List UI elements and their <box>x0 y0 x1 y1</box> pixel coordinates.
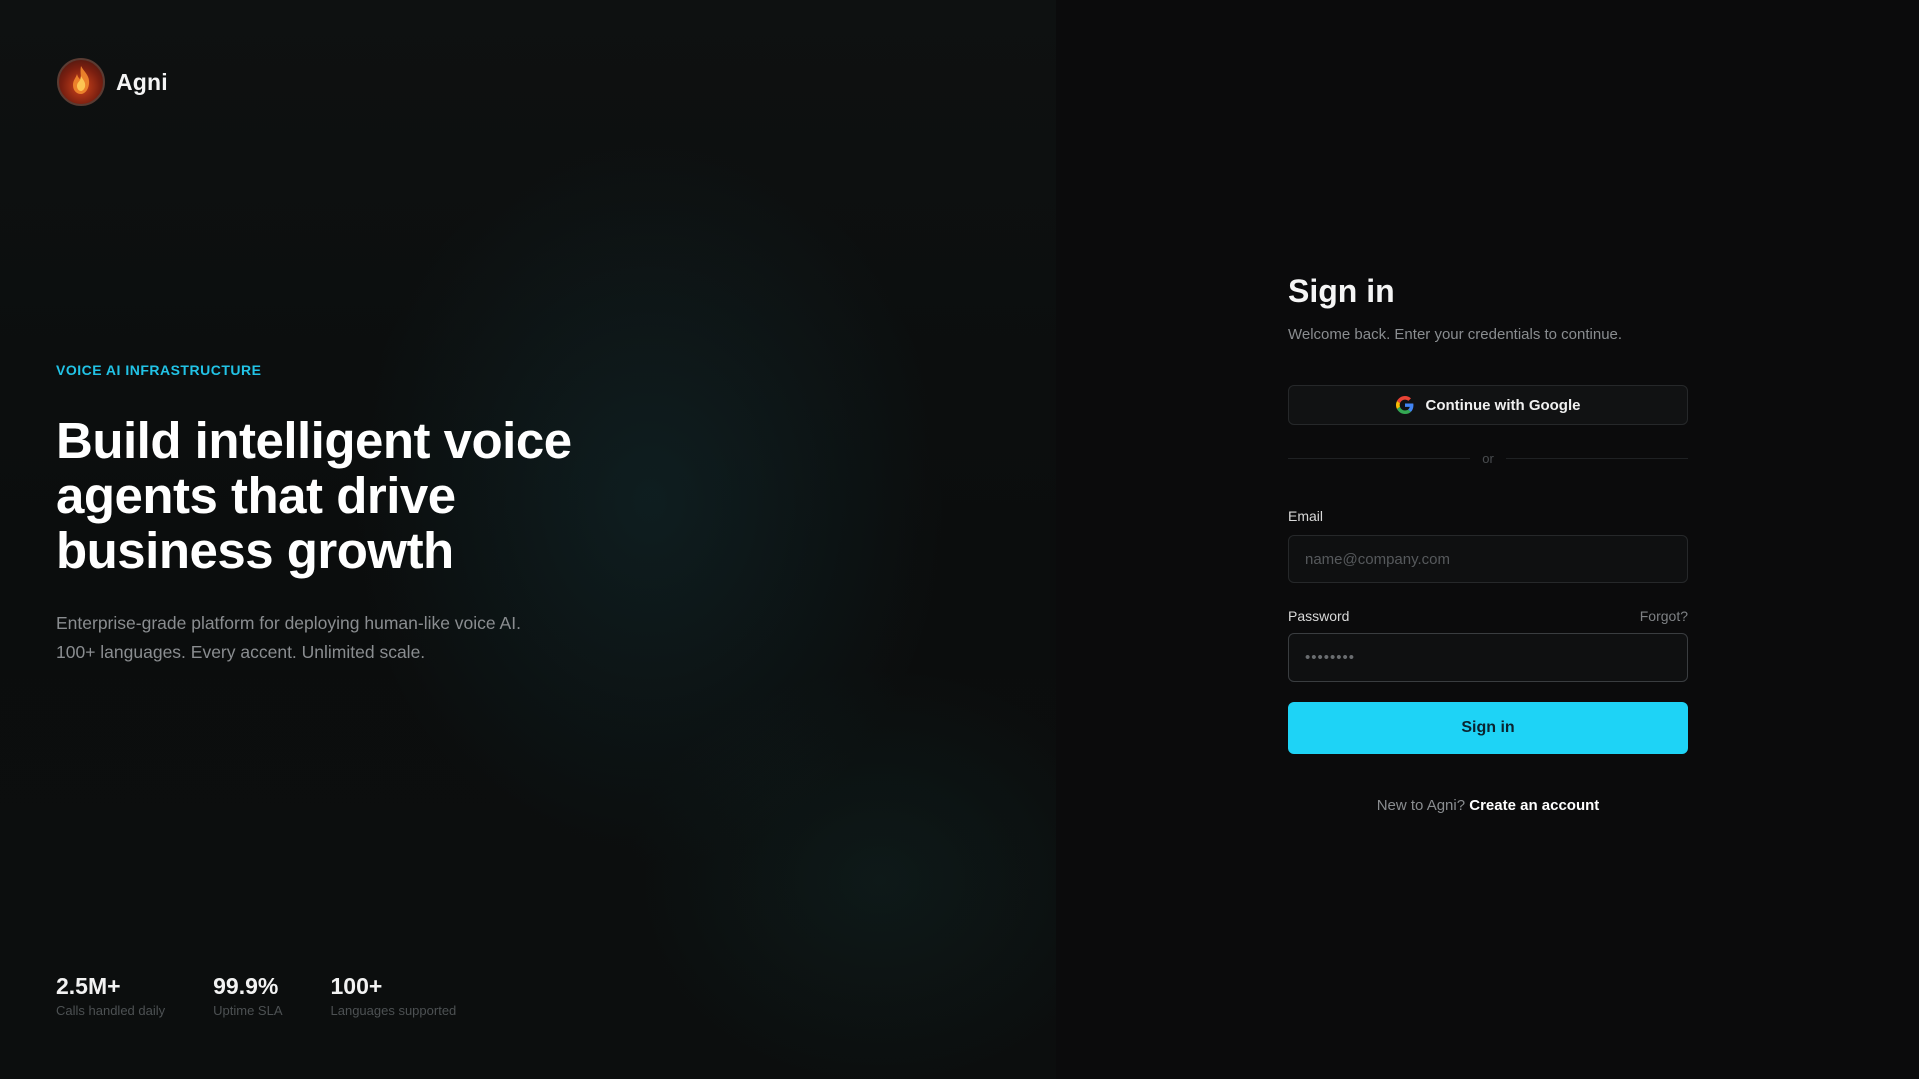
signin-title: Sign in <box>1288 273 1395 309</box>
subtext-line-1: Enterprise-grade platform for deploying … <box>56 613 521 633</box>
stat-value: 2.5M+ <box>56 973 121 999</box>
create-account-link[interactable]: Create an account <box>1469 797 1599 814</box>
signin-form: Sign in Welcome back. Enter your credent… <box>1288 270 1688 814</box>
password-label: Password <box>1288 608 1350 624</box>
headline-line-2: agents that drive <box>56 467 456 524</box>
hero-subtext: Enterprise-grade platform for deploying … <box>56 609 616 667</box>
stat-calls: 2.5M+ Calls handled daily <box>56 972 165 1018</box>
subtext-line-2: 100+ languages. Every accent. Unlimited … <box>56 642 426 662</box>
signin-welcome: Welcome back. Enter your credentials to … <box>1288 326 1623 343</box>
divider-line <box>1288 457 1471 459</box>
email-input[interactable] <box>1288 535 1688 583</box>
or-divider: or <box>1288 450 1688 466</box>
brand-name: Agni <box>116 68 168 95</box>
headline-line-3: business growth <box>56 522 454 579</box>
stat-label: Calls handled daily <box>56 1003 166 1018</box>
stat-languages: 100+ Languages supported <box>331 972 457 1018</box>
stat-uptime: 99.9% Uptime SLA <box>213 972 282 1018</box>
headline-line-1: Build intelligent voice <box>56 412 572 469</box>
stat-label: Languages supported <box>330 1003 457 1018</box>
stat-value: 100+ <box>330 973 383 999</box>
hero-headline: Build intelligent voice agents that driv… <box>56 413 616 578</box>
password-input[interactable] <box>1288 633 1688 682</box>
email-label: Email <box>1288 508 1324 524</box>
email-field-group: Email <box>1288 508 1688 583</box>
google-button-label: Continue with Google <box>1425 396 1581 414</box>
stat-label: Uptime SLA <box>213 1003 283 1018</box>
signup-prompt: New to Agni? Create an account <box>1288 797 1688 814</box>
google-signin-button[interactable]: Continue with Google <box>1288 385 1688 425</box>
password-field-group: Password Forgot? <box>1288 608 1688 682</box>
stat-value: 99.9% <box>213 973 279 999</box>
hero-eyebrow: VOICE AI INFRASTRUCTURE <box>56 362 262 378</box>
password-label-row: Password Forgot? <box>1288 608 1688 624</box>
divider-text: or <box>1482 450 1494 466</box>
google-icon <box>1395 396 1413 414</box>
forgot-password-link[interactable]: Forgot? <box>1640 608 1688 624</box>
hero-panel: Agni VOICE AI INFRASTRUCTURE Build intel… <box>0 0 1056 1079</box>
divider-line <box>1505 457 1688 459</box>
flame-icon <box>73 66 90 94</box>
brand[interactable]: Agni <box>57 58 168 106</box>
signin-button[interactable]: Sign in <box>1288 702 1688 754</box>
agni-logo-icon <box>57 58 105 106</box>
stats-row: 2.5M+ Calls handled daily 99.9% Uptime S… <box>56 972 504 1018</box>
signup-prompt-text: New to Agni? <box>1376 797 1466 814</box>
